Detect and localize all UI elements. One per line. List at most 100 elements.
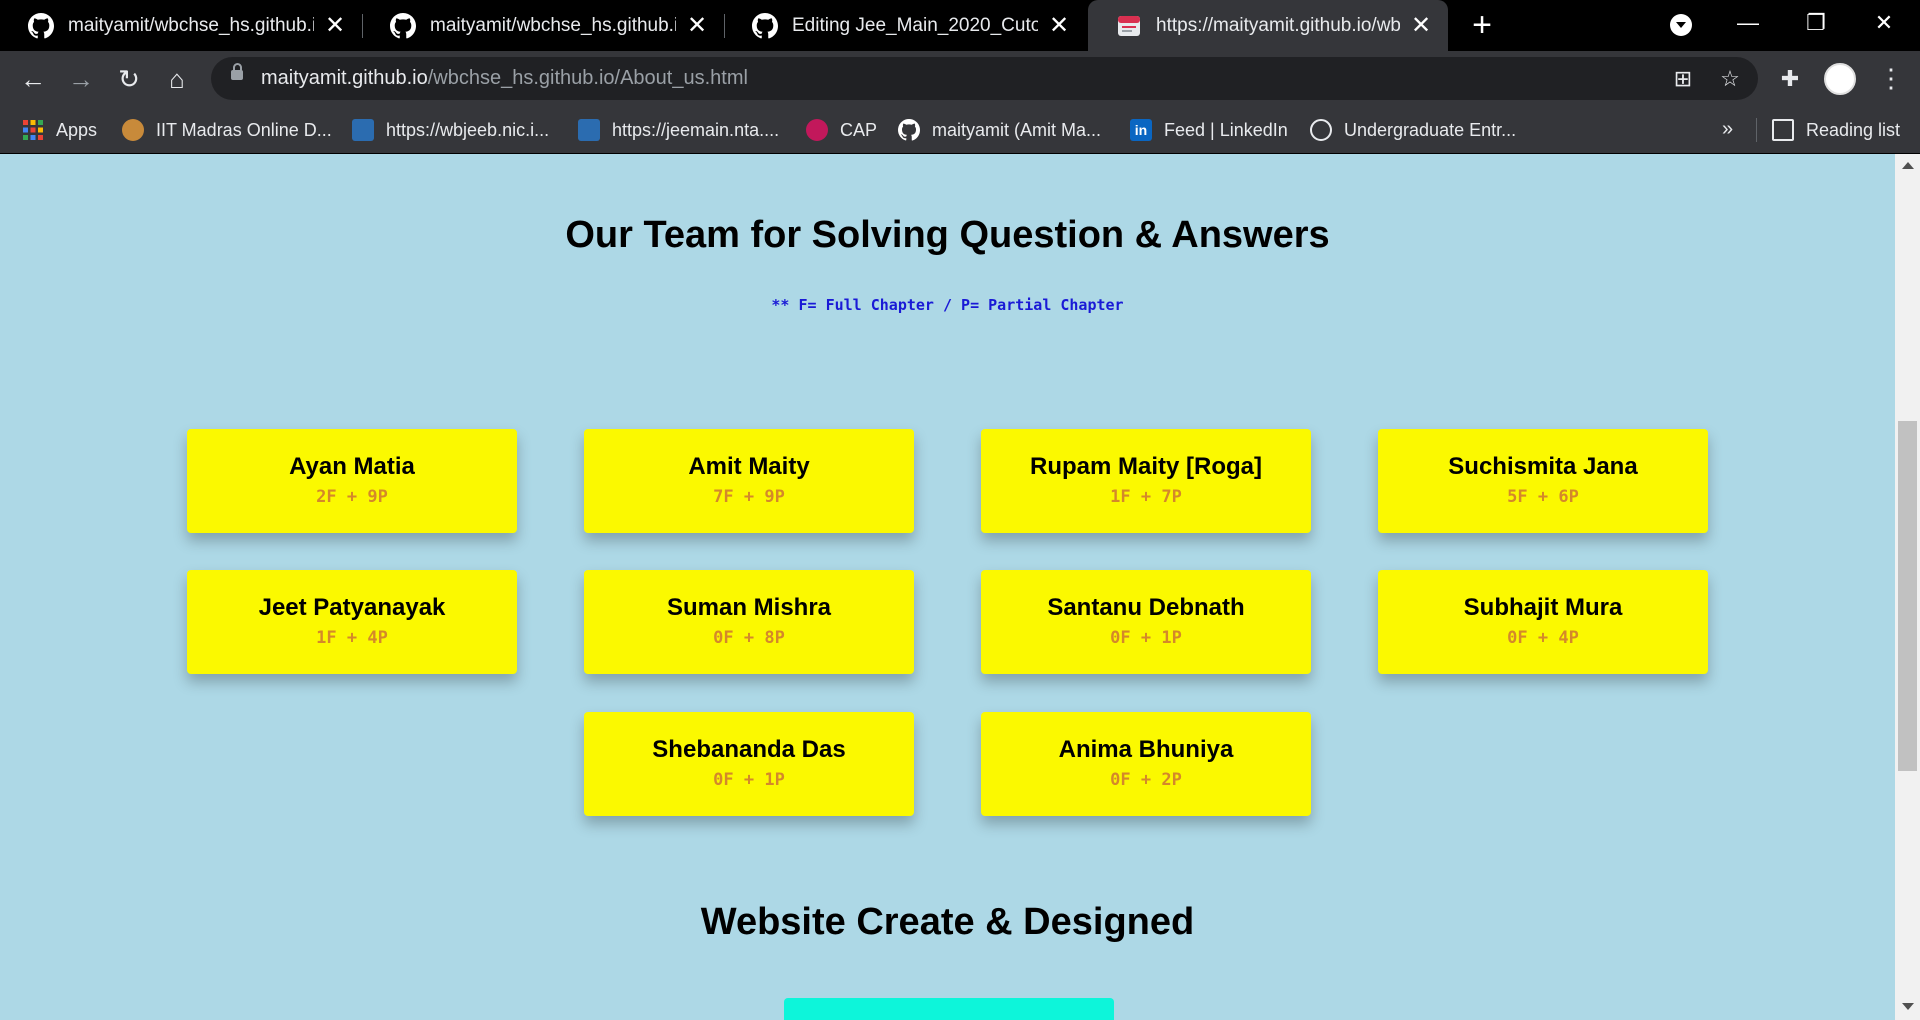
iitm-logo-icon xyxy=(122,119,144,141)
bookmark-undergraduate[interactable]: Undergraduate Entr... xyxy=(1310,106,1516,154)
member-name: Suchismita Jana xyxy=(1448,453,1638,480)
lock-icon[interactable] xyxy=(231,63,243,80)
bookmark-label: maityamit (Amit Ma... xyxy=(932,119,1102,140)
restore-icon[interactable]: ❐ xyxy=(1796,8,1836,38)
minimize-icon[interactable]: — xyxy=(1728,8,1768,38)
translate-icon[interactable]: ⊞ xyxy=(1671,67,1695,91)
new-tab-button[interactable]: + xyxy=(1466,8,1498,42)
member-score: 5F + 6P xyxy=(1507,487,1579,507)
designer-card xyxy=(784,998,1114,1020)
forward-arrow-icon[interactable]: → xyxy=(64,62,98,96)
bookmark-label: Feed | LinkedIn xyxy=(1164,119,1288,140)
globe-icon xyxy=(1310,119,1332,141)
member-name: Jeet Patyanayak xyxy=(258,594,446,621)
bookmark-cap[interactable]: CAP xyxy=(806,106,877,154)
bookmark-label: Apps xyxy=(56,119,98,140)
tab-strip: maityamit/wbchse_hs.github.io ✕ maityami… xyxy=(0,0,1920,51)
member-name: Ayan Matia xyxy=(289,453,415,480)
bookmark-wbjeeb[interactable]: https://wbjeeb.nic.i... xyxy=(352,106,549,154)
member-name: Santanu Debnath xyxy=(1047,594,1245,621)
nic-logo-icon xyxy=(578,119,600,141)
url-path: /wbchse_hs.github.io/About_us.html xyxy=(427,67,748,89)
home-icon[interactable]: ⌂ xyxy=(160,62,194,96)
close-icon[interactable]: ✕ xyxy=(1048,12,1070,39)
member-card: Jeet Patyanayak 1F + 4P xyxy=(187,570,517,674)
bookmark-apps[interactable]: Apps xyxy=(22,106,97,154)
github-icon xyxy=(752,12,778,38)
tab-2[interactable]: maityamit/wbchse_hs.github.io ✕ xyxy=(362,0,724,51)
member-name: Suman Mishra xyxy=(666,594,832,621)
scroll-up-arrow-icon[interactable] xyxy=(1902,162,1914,169)
member-card: Ayan Matia 2F + 9P xyxy=(187,429,517,533)
member-name: Amit Maity xyxy=(688,453,810,480)
scrollbar-thumb[interactable] xyxy=(1898,421,1917,771)
member-score: 1F + 4P xyxy=(316,628,388,648)
profile-avatar[interactable] xyxy=(1824,63,1856,95)
browser-toolbar: ← → ↻ ⌂ maityamit.github.io/wbchse_hs.gi… xyxy=(0,51,1920,106)
member-score: 1F + 7P xyxy=(1110,487,1182,507)
star-icon[interactable]: ☆ xyxy=(1718,67,1742,91)
linkedin-icon: in xyxy=(1130,119,1152,141)
apps-grid-icon xyxy=(23,120,43,140)
member-score: 0F + 2P xyxy=(1110,770,1182,790)
member-score: 0F + 8P xyxy=(713,628,785,648)
nic-logo-icon xyxy=(352,119,374,141)
back-arrow-icon[interactable]: ← xyxy=(16,62,50,96)
tab-title: https://maityamit.github.io/wbch xyxy=(1156,14,1400,36)
bookmark-iitm[interactable]: IIT Madras Online D... xyxy=(122,106,332,154)
member-card: Anima Bhuniya 0F + 2P xyxy=(981,712,1311,816)
member-card: Suchismita Jana 5F + 6P xyxy=(1378,429,1708,533)
page-scrollbar[interactable] xyxy=(1895,154,1920,1020)
tab-search-icon[interactable] xyxy=(1670,14,1692,36)
bookmark-label: https://jeemain.nta.... xyxy=(612,119,780,140)
member-score: 0F + 1P xyxy=(1110,628,1182,648)
reading-list-label: Reading list xyxy=(1806,119,1901,140)
member-card: Subhajit Mura 0F + 4P xyxy=(1378,570,1708,674)
cap-logo-icon xyxy=(806,119,828,141)
member-score: 0F + 4P xyxy=(1507,628,1579,648)
bookmarks-separator xyxy=(1756,118,1757,142)
member-card: Suman Mishra 0F + 8P xyxy=(584,570,914,674)
site-icon xyxy=(1118,15,1140,36)
tab-title: Editing Jee_Main_2020_Cutoff/RE xyxy=(792,14,1038,36)
member-card: Amit Maity 7F + 9P xyxy=(584,429,914,533)
url-host: maityamit.github.io xyxy=(261,67,428,89)
reading-list-icon xyxy=(1772,119,1794,141)
github-icon xyxy=(898,119,920,141)
bookmarks-overflow-chevron-icon[interactable]: » xyxy=(1722,118,1733,141)
member-name: Subhajit Mura xyxy=(1463,594,1623,621)
member-name: Anima Bhuniya xyxy=(1058,736,1234,763)
tab-3[interactable]: Editing Jee_Main_2020_Cutoff/RE ✕ xyxy=(724,0,1086,51)
member-name: Rupam Maity [Roga] xyxy=(1029,453,1262,480)
extensions-puzzle-icon[interactable]: ✚ xyxy=(1778,67,1802,91)
address-bar[interactable]: maityamit.github.io/wbchse_hs.github.io/… xyxy=(211,57,1758,100)
tab-title: maityamit/wbchse_hs.github.io xyxy=(68,14,314,36)
tab-active[interactable]: https://maityamit.github.io/wbch ✕ xyxy=(1088,0,1448,51)
bookmark-label: Undergraduate Entr... xyxy=(1344,119,1517,140)
member-score: 0F + 1P xyxy=(713,770,785,790)
scroll-down-arrow-icon[interactable] xyxy=(1902,1003,1914,1010)
reading-list-button[interactable]: Reading list xyxy=(1772,106,1900,154)
url-text[interactable]: maityamit.github.io/wbchse_hs.github.io/… xyxy=(261,67,748,90)
bookmarks-bar: Apps IIT Madras Online D... https://wbje… xyxy=(0,106,1920,154)
bookmark-label: https://wbjeeb.nic.i... xyxy=(386,119,550,140)
bookmark-label: IIT Madras Online D... xyxy=(156,119,332,140)
member-score: 7F + 9P xyxy=(713,487,785,507)
bookmark-github[interactable]: maityamit (Amit Ma... xyxy=(898,106,1101,154)
member-card: Rupam Maity [Roga] 1F + 7P xyxy=(981,429,1311,533)
menu-kebab-icon[interactable]: ⋮ xyxy=(1878,63,1904,95)
tab-title: maityamit/wbchse_hs.github.io xyxy=(430,14,676,36)
bookmark-linkedin[interactable]: in Feed | LinkedIn xyxy=(1130,106,1288,154)
close-icon[interactable]: ✕ xyxy=(1410,12,1432,39)
close-icon[interactable]: ✕ xyxy=(686,12,708,39)
bookmark-jeemain[interactable]: https://jeemain.nta.... xyxy=(578,106,779,154)
github-icon xyxy=(28,12,54,38)
member-score: 2F + 9P xyxy=(316,487,388,507)
window-close-icon[interactable]: ✕ xyxy=(1864,8,1904,38)
website-heading: Website Create & Designed xyxy=(700,901,1195,943)
reload-icon[interactable]: ↻ xyxy=(112,62,146,96)
close-icon[interactable]: ✕ xyxy=(324,12,346,39)
team-heading: Our Team for Solving Question & Answers xyxy=(565,214,1330,256)
page-content: Our Team for Solving Question & Answers … xyxy=(0,154,1895,1020)
tab-1[interactable]: maityamit/wbchse_hs.github.io ✕ xyxy=(0,0,362,51)
